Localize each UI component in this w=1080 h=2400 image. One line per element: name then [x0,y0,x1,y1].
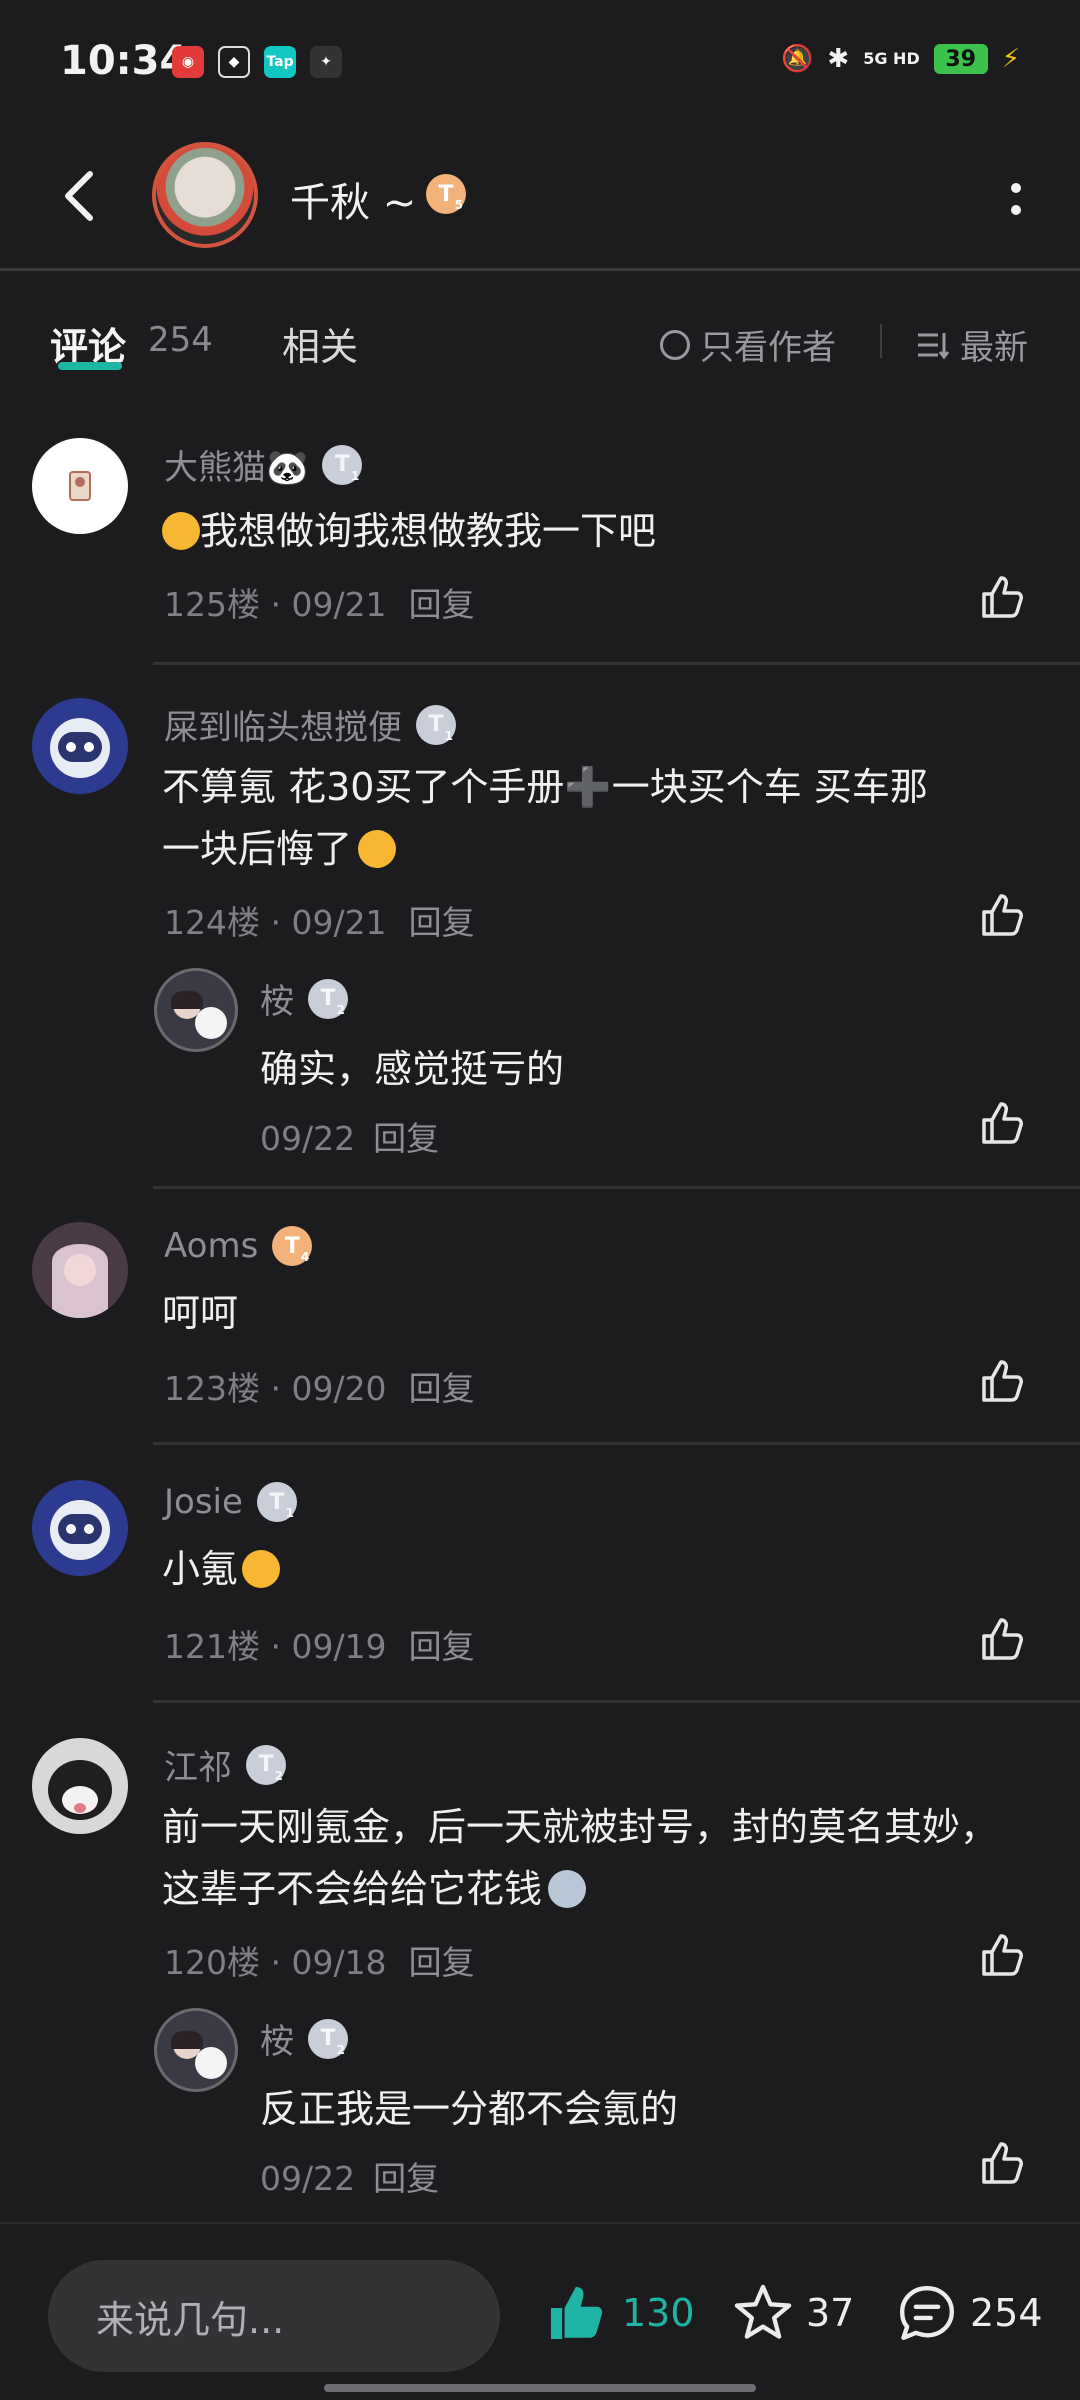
like-icon[interactable] [978,890,1028,940]
user-avatar[interactable] [32,1222,128,1318]
comments-count: 254 [148,320,213,360]
battery-indicator: 39 [933,44,988,74]
comment-separator [153,1442,1080,1445]
comment-meta: 125楼 · 09/21 回复 [164,585,475,624]
home-indicator[interactable] [324,2384,756,2392]
status-app-icons: ◉ ◆ Tap ✦ [172,46,342,78]
reply-avatar[interactable] [154,2008,238,2092]
sort-icon [918,332,950,359]
reply-text: 确实，感觉挺亏的 [260,1047,565,1091]
only-author-toggle[interactable]: 只看作者 [660,320,836,369]
comment-username[interactable]: 屎到临头想搅便 T1 [164,700,456,749]
more-menu-icon[interactable] [996,172,1036,228]
status-time: 10:34 [60,38,188,84]
comment-username[interactable]: 大熊猫🐼 T1 [164,440,363,489]
reply-button[interactable]: 回复 [373,2159,439,2198]
author-level-badge: T 5 [426,174,466,214]
filter-separator [880,324,882,358]
reply-button[interactable]: 回复 [409,903,475,942]
comment-meta: 123楼 · 09/20 回复 [164,1369,475,1408]
kiss-emoji-icon [162,512,200,550]
bottom-action-bar: 来说几句... 130 37 254 [0,2222,1080,2400]
comment-bubble-icon [900,2286,954,2340]
favorite-button[interactable]: 37 [732,2282,854,2344]
like-icon[interactable] [978,1614,1028,1664]
user-level-badge: T1 [416,704,456,745]
reply-button[interactable]: 回复 [409,1369,475,1408]
user-level-badge: T1 [322,444,363,485]
author-avatar[interactable] [152,142,258,248]
comment-meta: 121楼 · 09/19 回复 [164,1627,475,1666]
sunglasses-emoji-icon [242,1550,281,1588]
like-icon[interactable] [978,1098,1028,1148]
comment-tabs: 评论 254 相关 只看作者 最新 [0,300,1080,380]
mute-icon: 🔕 [781,44,814,74]
taptap-icon: Tap [264,46,296,78]
reply-button[interactable]: 回复 [409,585,475,624]
header-divider [0,268,1080,271]
user-level-badge: T2 [308,978,348,1019]
radio-circle-icon [660,329,690,360]
like-icon[interactable] [978,1356,1028,1406]
game-icon: ✦ [310,46,342,78]
tab-active-indicator [58,362,122,370]
user-avatar[interactable] [32,438,128,534]
app-diamond-icon: ◆ [218,46,250,78]
user-avatar[interactable] [32,1480,128,1576]
like-icon[interactable] [978,572,1028,622]
netease-music-icon: ◉ [172,46,204,78]
status-bar: 10:34 ◉ ◆ Tap ✦ 🔕 ✱ 5G HD 39 ⚡ [0,0,1080,130]
comment-separator [153,1700,1080,1703]
reply-button[interactable]: 回复 [373,1119,439,1158]
user-level-badge: T2 [308,2018,348,2059]
comments-button[interactable]: 254 [896,2282,1043,2344]
post-header: 千秋 ~ T 5 [0,130,1080,268]
status-right: 🔕 ✱ 5G HD 39 ⚡ [781,44,1020,74]
star-icon [734,2284,792,2339]
comment-separator [153,1186,1080,1189]
author-name[interactable]: 千秋 ~ [290,170,416,228]
sort-button[interactable]: 最新 [916,320,1028,369]
back-arrow-icon[interactable] [52,166,112,226]
comment-separator [153,662,1080,665]
comment-input[interactable]: 来说几句... [48,2260,500,2372]
user-level-badge: T2 [246,1744,286,1785]
user-avatar[interactable] [32,1738,128,1834]
comment-text: 前一天刚氪金，后一天就被封号，封的莫名其妙， 这辈子不会给给它花钱 [162,1805,999,1911]
comment-text: 小氪 [162,1538,281,1600]
reply-username[interactable]: 桉 T2 [260,2014,348,2063]
tab-related[interactable]: 相关 [282,316,358,371]
bluetooth-icon: ✱ [827,44,850,74]
comment-meta: 124楼 · 09/21 回复 [164,903,475,942]
comment-username[interactable]: Aoms T4 [164,1226,313,1266]
comment-text: 不算氪 花30买了个手册➕一块买个车 买车那 一块后悔了 [162,765,928,871]
comment-username[interactable]: Josie T1 [164,1482,297,1522]
charging-icon: ⚡ [1001,44,1020,74]
reply-meta: 09/22 回复 [260,2159,440,2198]
reply-meta: 09/22 回复 [260,1119,440,1158]
crying-emoji-icon [358,830,397,868]
reply-avatar[interactable] [154,968,238,1052]
reply-button[interactable]: 回复 [409,1943,475,1982]
user-level-badge: T4 [272,1226,313,1266]
reply-text: 反正我是一分都不会氪的 [260,2087,679,2131]
like-icon[interactable] [978,2138,1028,2188]
like-post-button[interactable]: 130 [544,2282,695,2344]
user-avatar[interactable] [32,698,128,794]
user-level-badge: T1 [256,1482,297,1522]
comment-username[interactable]: 江祁 T2 [164,1740,286,1789]
reply-username[interactable]: 桉 T2 [260,974,348,1023]
penguin-emoji-icon [548,1870,587,1908]
comment-text: 我想做询我想做教我一下吧 [162,500,656,562]
comment-text: 呵呵 [162,1291,239,1335]
thumbs-up-filled-icon [550,2286,603,2340]
comment-meta: 120楼 · 09/18 回复 [164,1943,475,1982]
reply-button[interactable]: 回复 [409,1627,475,1666]
post-comments-screen: 10:34 ◉ ◆ Tap ✦ 🔕 ✱ 5G HD 39 ⚡ 千秋 ~ T 5 [0,0,1080,2400]
like-icon[interactable] [978,1930,1028,1980]
network-indicator: 5G HD [863,49,920,68]
